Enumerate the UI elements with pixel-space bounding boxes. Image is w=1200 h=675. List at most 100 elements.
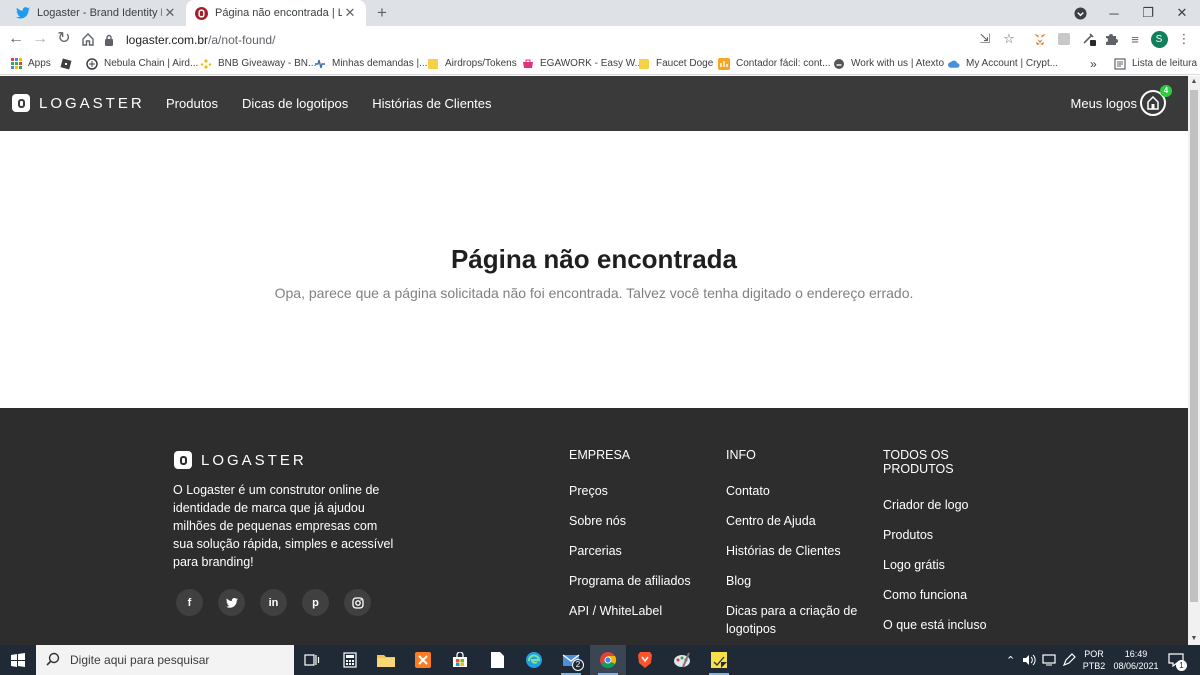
page-scrollbar[interactable]: ▲ ▼ <box>1188 76 1200 645</box>
forward-button[interactable]: → <box>29 28 51 50</box>
contador-icon <box>718 57 730 70</box>
scrollbar-thumb[interactable] <box>1190 90 1198 602</box>
bookmark-contador[interactable]: Contador fácil: cont... <box>718 53 831 74</box>
file-explorer-icon[interactable] <box>368 645 404 675</box>
footer-link-dicas-criacao[interactable]: Dicas para a criação de logotipos <box>726 602 866 638</box>
bookmark-atexto[interactable]: Work with us | Atexto <box>833 53 944 74</box>
footer-link-api-whitelabel[interactable]: API / WhiteLabel <box>569 602 709 620</box>
footer-link-sobre-nos[interactable]: Sobre nós <box>569 512 709 530</box>
nav-dicas-de-logotipos[interactable]: Dicas de logotipos <box>242 96 348 111</box>
linkedin-icon[interactable]: in <box>260 589 287 616</box>
tray-overflow-icon[interactable]: ⌃ <box>1006 645 1015 675</box>
address-bar[interactable]: logaster.com.br/a/not-found/ <box>104 28 1024 51</box>
browser-tab-not-found[interactable]: Página não encontrada | Logaster ✕ <box>186 0 366 26</box>
microsoft-store-icon[interactable] <box>442 645 478 675</box>
footer-link-precos[interactable]: Preços <box>569 482 709 500</box>
input-language[interactable]: POR PTB2 <box>1082 648 1106 672</box>
footer-link-parcerias[interactable]: Parcerias <box>569 542 709 560</box>
twitter-icon[interactable] <box>218 589 245 616</box>
taskbar-search-placeholder: Digite aqui para pesquisar <box>70 653 210 667</box>
chrome-icon[interactable] <box>590 645 626 675</box>
install-app-icon[interactable]: ⇲ <box>976 30 994 48</box>
close-icon[interactable]: ✕ <box>162 5 178 21</box>
metamask-icon[interactable] <box>1031 30 1049 48</box>
instagram-icon[interactable] <box>344 589 371 616</box>
site-logo[interactable]: LOGASTER <box>12 94 145 112</box>
back-button[interactable]: ← <box>5 28 27 50</box>
bookmark-demandas[interactable]: Minhas demandas |... <box>314 53 427 74</box>
profile-avatar[interactable]: S <box>1150 30 1168 48</box>
logaster-icon <box>194 6 208 20</box>
window-close-button[interactable]: ✕ <box>1168 0 1196 26</box>
footer-link-o-que-esta-incluso[interactable]: O que está incluso <box>883 616 1013 634</box>
footer-link-contato[interactable]: Contato <box>726 482 866 500</box>
roblox-icon <box>60 57 72 70</box>
my-logos-link[interactable]: Meus logos <box>1071 96 1137 111</box>
bookmark-apps[interactable]: Apps <box>10 53 51 74</box>
home-button[interactable] <box>77 28 99 50</box>
reading-queue-icon[interactable]: ≡ <box>1126 30 1144 48</box>
new-tab-button[interactable]: + <box>372 2 392 24</box>
menu-kebab-icon[interactable]: ⋮ <box>1175 30 1193 48</box>
task-view-icon[interactable] <box>294 645 330 675</box>
nav-produtos[interactable]: Produtos <box>166 96 218 111</box>
bookmark-bnb[interactable]: BNB Giveaway - BN... <box>200 53 316 74</box>
browser-tabstrip: Logaster - Brand Identity Builder ✕ Pági… <box>0 0 1200 26</box>
close-icon[interactable]: ✕ <box>342 5 358 21</box>
bookmark-airdrops[interactable]: Airdrops/Tokens <box>427 53 517 74</box>
footer-logo[interactable]: LOGASTER <box>174 451 307 469</box>
browser-tab-logaster-brand[interactable]: Logaster - Brand Identity Builder ✕ <box>8 0 186 26</box>
egawork-icon <box>522 58 534 70</box>
windows-start-button[interactable] <box>0 645 36 675</box>
bookmark-roblox[interactable] <box>60 53 78 74</box>
volume-icon[interactable] <box>1022 645 1036 675</box>
nav-historias-de-clientes[interactable]: Histórias de Clientes <box>372 96 491 111</box>
calculator-icon[interactable] <box>332 645 368 675</box>
reload-button[interactable]: ↻ <box>53 28 75 50</box>
extensions-puzzle-icon[interactable] <box>1102 30 1120 48</box>
edge-icon[interactable] <box>516 645 552 675</box>
footer-column-title: INFO <box>726 448 756 462</box>
bookmark-egawork[interactable]: EGAWORK - Easy W... <box>522 53 643 74</box>
extension-gray-icon[interactable] <box>1055 30 1073 48</box>
pen-workspace-icon[interactable] <box>1062 645 1076 675</box>
restore-button[interactable]: ❐ <box>1134 0 1162 26</box>
bookmark-label: Apps <box>28 58 51 69</box>
notification-center-icon[interactable]: 1 <box>1168 645 1187 675</box>
minimize-button[interactable]: ─ <box>1100 0 1128 26</box>
scroll-up-arrow-icon[interactable]: ▲ <box>1188 76 1200 88</box>
bookmark-nebula[interactable]: Nebula Chain | Aird... <box>86 53 198 74</box>
reading-list-label: Lista de leitura <box>1132 58 1198 69</box>
mail-icon[interactable]: 2 <box>553 645 589 675</box>
footer-link-blog[interactable]: Blog <box>726 572 866 590</box>
paint-icon[interactable] <box>664 645 700 675</box>
bookmark-faucet-doge[interactable]: Faucet Doge <box>638 53 713 74</box>
footer-link-logo-gratis[interactable]: Logo grátis <box>883 556 1013 574</box>
tab-search-icon[interactable] <box>1066 0 1094 26</box>
footer-link-centro-ajuda[interactable]: Centro de Ajuda <box>726 512 866 530</box>
footer-link-programa-afiliados[interactable]: Programa de afiliados <box>569 572 709 590</box>
bookmark-star-icon[interactable]: ☆ <box>1000 30 1018 48</box>
clock[interactable]: 16:49 08/06/2021 <box>1108 648 1164 672</box>
url-text: logaster.com.br/a/not-found/ <box>126 33 275 47</box>
taskbar-search-box[interactable]: Digite aqui para pesquisar <box>36 645 294 675</box>
reading-list-button[interactable]: Lista de leitura <box>1114 53 1197 74</box>
network-icon[interactable] <box>1042 645 1056 675</box>
pinterest-icon[interactable]: p <box>302 589 329 616</box>
more-bookmarks-button[interactable]: » <box>1090 53 1097 74</box>
brave-icon[interactable] <box>627 645 663 675</box>
facebook-icon[interactable]: f <box>176 589 203 616</box>
scroll-down-arrow-icon[interactable]: ▼ <box>1188 633 1200 645</box>
page-title: Página não encontrada <box>450 244 738 274</box>
sticky-notes-icon[interactable] <box>701 645 737 675</box>
document-icon[interactable] <box>479 645 515 675</box>
footer-link-como-funciona[interactable]: Como funciona <box>883 586 1013 604</box>
xampp-icon[interactable] <box>405 645 441 675</box>
atexto-icon <box>833 58 845 70</box>
footer-link-historias-clientes[interactable]: Histórias de Clientes <box>726 542 866 560</box>
footer-link-criador-logo[interactable]: Criador de logo <box>883 496 1013 514</box>
footer-link-produtos[interactable]: Produtos <box>883 526 1013 544</box>
tab-title: Página não encontrada | Logaster <box>215 7 342 19</box>
extension-tools-icon[interactable] <box>1080 30 1098 48</box>
bookmark-my-account[interactable]: My Account | Crypt... <box>948 53 1058 74</box>
